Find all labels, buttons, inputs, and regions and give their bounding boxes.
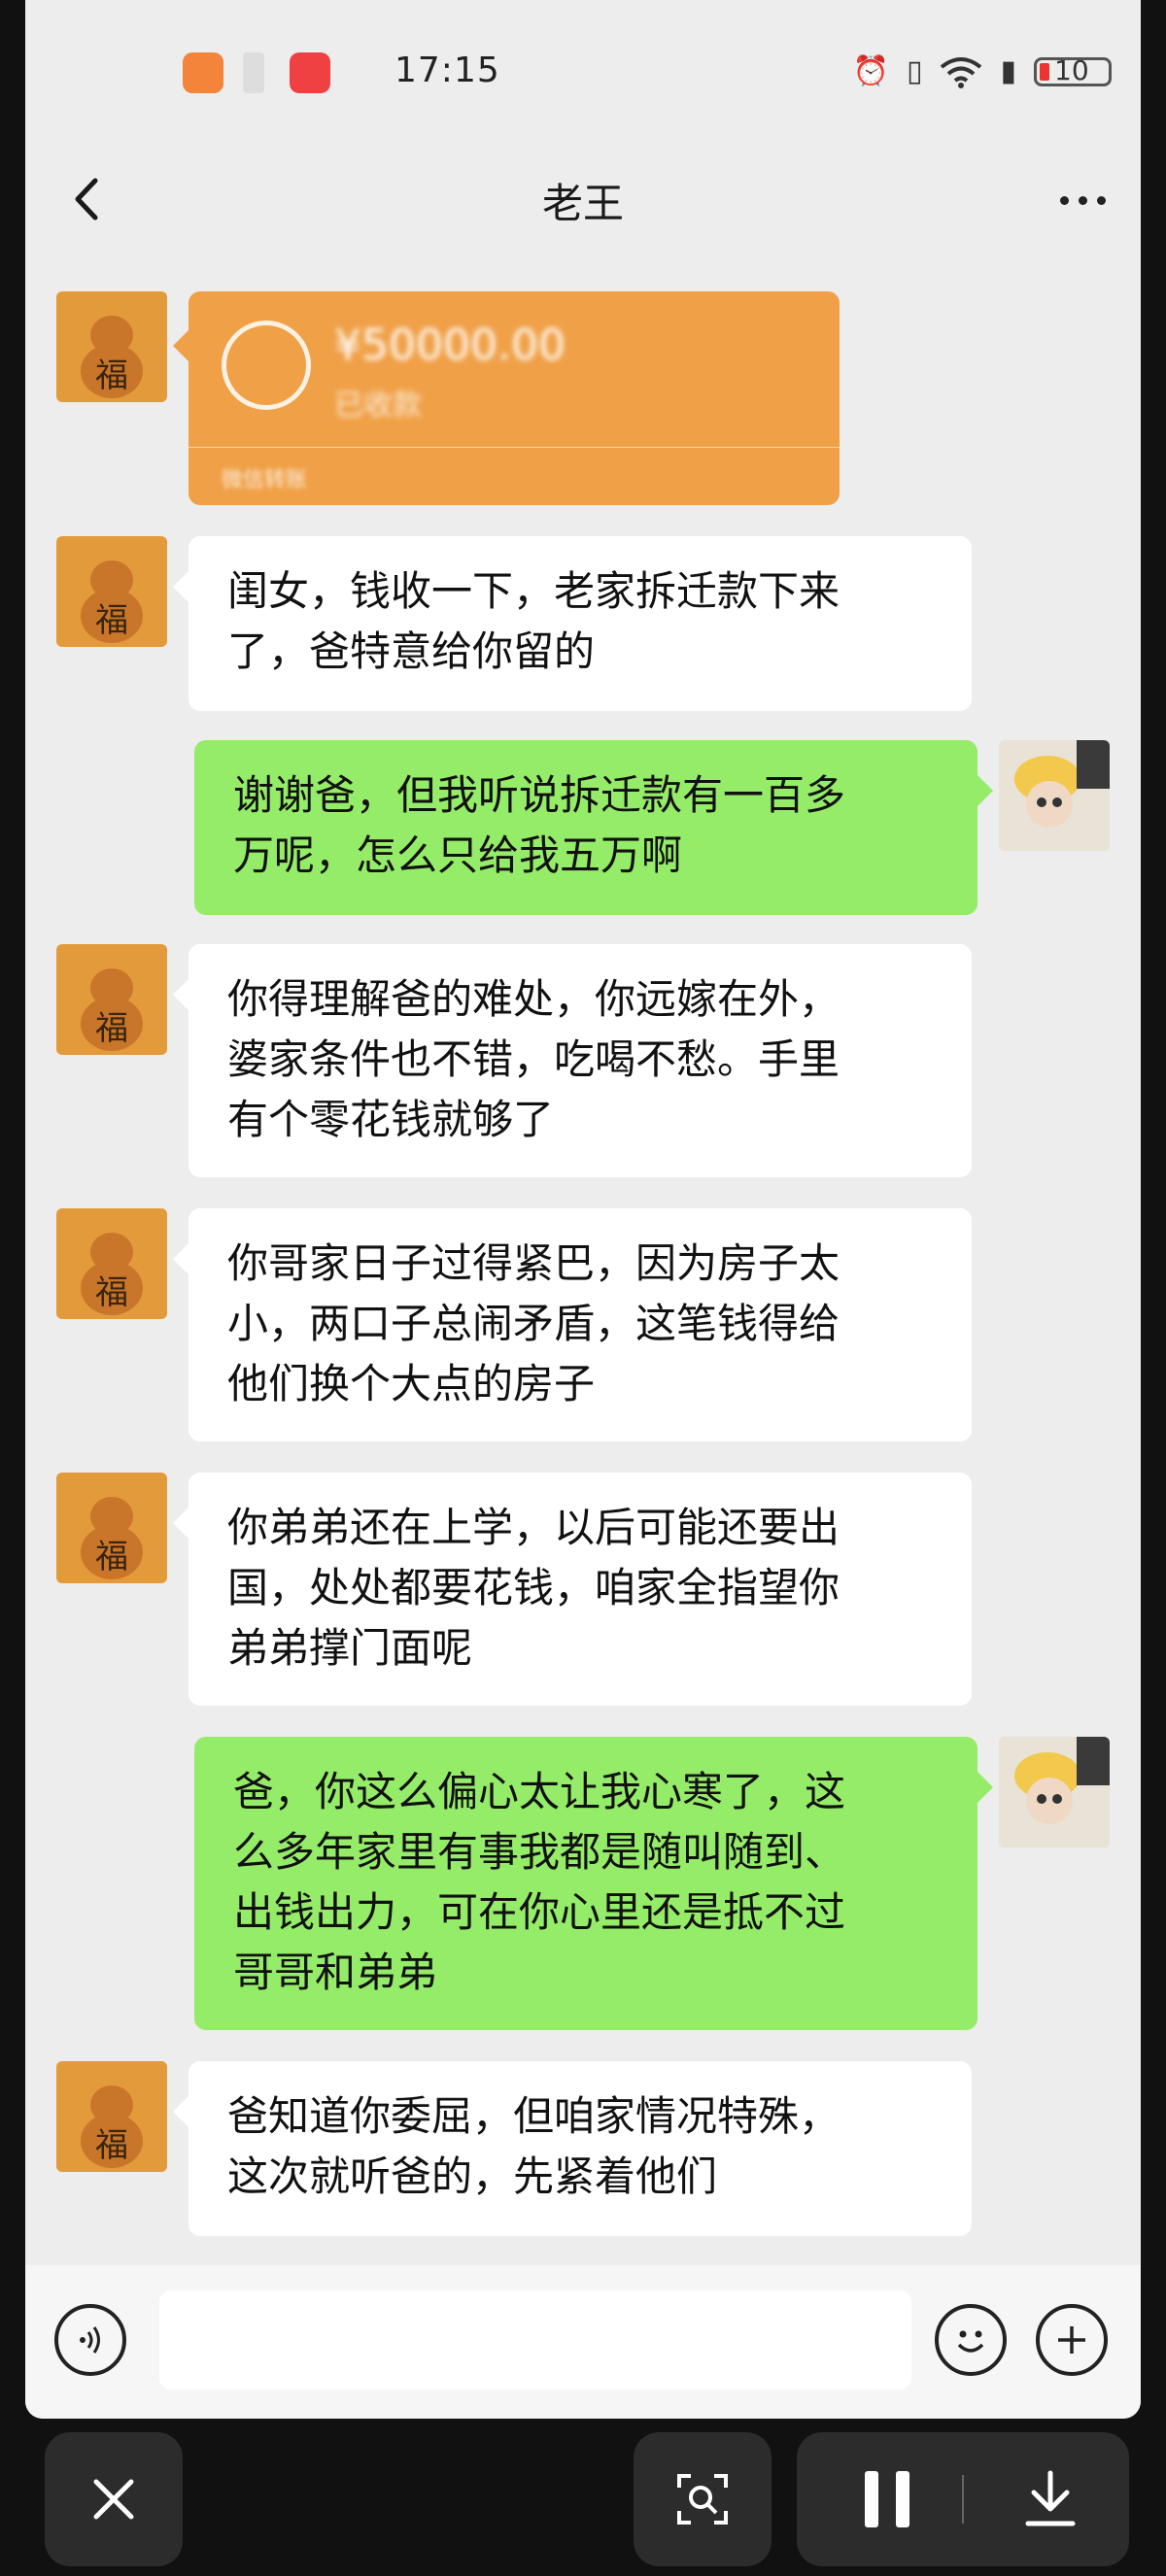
vibrate-icon: ▯ (906, 54, 923, 88)
avatar-me[interactable] (999, 740, 1110, 851)
message-bubble-incoming[interactable]: 你弟弟还在上学，以后可能还要出 国，处处都要花钱，咱家全指望你 弟弟撑门面呢 (173, 1473, 972, 1706)
chat-header: 老王 (25, 146, 1141, 253)
scan-search-icon[interactable] (634, 2432, 772, 2566)
battery-icon: 10 (1034, 53, 1112, 86)
notification-icon (243, 52, 264, 93)
message-text-line: 了，爸特意给你留的 (227, 627, 596, 675)
avatar-me[interactable] (999, 1737, 1110, 1847)
wifi-icon (941, 56, 982, 88)
message-text-line: 有个零花钱就够了 (227, 1096, 555, 1143)
message-text-line: 万呢，怎么只给我五万啊 (233, 831, 683, 879)
avatar-dad[interactable]: 福 (56, 1473, 167, 1583)
status-bar: 17:15 ⏰ ▯ ▮ 10 (25, 0, 1141, 146)
input-bar (25, 2265, 1141, 2419)
message-bubble-incoming[interactable]: 你哥家日子过得紧巴，因为房子太 小，两口子总闹矛盾，这笔钱得给 他们换个大点的房子 (173, 1208, 972, 1441)
chat-screen: 17:15 ⏰ ▯ ▮ 10 老王 福 ¥50000.00 已收款 微信转账 福… (25, 0, 1141, 2419)
status-icons: ⏰ ▯ ▮ 10 (853, 54, 1112, 88)
message-text-line: 弟弟撑门面呢 (227, 1624, 473, 1672)
transfer-divider (189, 447, 840, 448)
message-bubble-outgoing[interactable]: 谢谢爸，但我听说拆迁款有一百多 万呢，怎么只给我五万啊 (194, 740, 993, 915)
message-input[interactable] (159, 2290, 911, 2390)
screen-recorder-bar (0, 2419, 1166, 2576)
message-bubble-incoming[interactable]: 爸知道你委屈，但咱家情况特殊， 这次就听爸的，先紧着他们 (173, 2061, 972, 2236)
battery-level: 10 (1054, 53, 1089, 86)
message-text-line: 你得理解爸的难处，你远嫁在外， (227, 975, 840, 1023)
avatar-dad[interactable]: 福 (56, 944, 167, 1055)
message-bubble-outgoing[interactable]: 爸，你这么偏心太让我心寒了，这 么多年家里有事我都是随叫随到、 出钱出力，可在你心里… (194, 1737, 993, 2030)
avatar-dad[interactable]: 福 (56, 1208, 167, 1319)
avatar-dad[interactable]: 福 (56, 2061, 167, 2172)
message-text-line: 小，两口子总闹矛盾，这笔钱得给 (227, 1300, 840, 1347)
close-icon[interactable] (45, 2432, 183, 2566)
transfer-amount: ¥50000.00 (334, 321, 566, 370)
message-bubble-incoming[interactable]: 你得理解爸的难处，你远嫁在外， 婆家条件也不错，吃喝不愁。手里 有个零花钱就够了 (173, 944, 972, 1177)
signal-icon: ▮ (1000, 54, 1016, 88)
message-text-line: 出钱出力，可在你心里还是抵不过 (233, 1888, 846, 1936)
transfer-status: 已收款 (334, 389, 422, 423)
message-text-line: 闺女，钱收一下，老家拆迁款下来 (227, 567, 840, 615)
message-text-line: 谢谢爸，但我听说拆迁款有一百多 (233, 771, 846, 819)
pause-icon[interactable] (865, 2471, 913, 2527)
avatar-dad[interactable]: 福 (56, 291, 167, 402)
more-dots-icon[interactable] (1060, 196, 1106, 205)
message-text-line: 哥哥和弟弟 (233, 1949, 438, 1996)
recorder-controls (797, 2432, 1129, 2566)
message-text-line: 国，处处都要花钱，咱家全指望你 (227, 1564, 840, 1611)
plus-icon[interactable] (1036, 2304, 1108, 2376)
svg-text:福: 福 (95, 601, 128, 640)
voice-icon[interactable] (54, 2304, 126, 2376)
message-text-line: 你哥家日子过得紧巴，因为房子太 (227, 1239, 840, 1287)
message-text-line: 么多年家里有事我都是随叫随到、 (233, 1828, 846, 1876)
svg-text:福: 福 (95, 1273, 128, 1312)
transfer-check-icon (222, 321, 311, 410)
message-text-line: 你弟弟还在上学，以后可能还要出 (227, 1504, 840, 1551)
phone-frame: 17:15 ⏰ ▯ ▮ 10 老王 福 ¥50000.00 已收款 微信转账 福… (0, 0, 1166, 2419)
status-time: 17:15 (394, 51, 500, 90)
message-text-line: 婆家条件也不错，吃喝不愁。手里 (227, 1035, 840, 1083)
controls-divider (962, 2475, 964, 2524)
message-text-line: 他们换个大点的房子 (227, 1360, 596, 1407)
alarm-icon: ⏰ (852, 54, 889, 88)
message-text-line: 爸知道你委屈，但咱家情况特殊， (227, 2092, 840, 2140)
svg-text:福: 福 (95, 2126, 128, 2165)
svg-text:福: 福 (95, 1538, 128, 1576)
message-bubble-incoming[interactable]: 闺女，钱收一下，老家拆迁款下来 了，爸特意给你留的 (173, 536, 972, 711)
avatar-dad[interactable]: 福 (56, 536, 167, 647)
red-app-icon (290, 52, 330, 93)
chat-title: 老王 (541, 180, 624, 227)
transfer-card[interactable]: ¥50000.00 已收款 微信转账 (173, 291, 840, 505)
emoji-icon[interactable] (935, 2304, 1007, 2376)
message-text-line: 这次就听爸的，先紧着他们 (227, 2152, 718, 2200)
message-text-line: 爸，你这么偏心太让我心寒了，这 (233, 1768, 846, 1815)
svg-text:福: 福 (95, 1009, 128, 1048)
heart-app-icon (183, 52, 223, 93)
transfer-footer: 微信转账 (222, 468, 308, 492)
svg-text:福: 福 (95, 356, 128, 395)
download-icon[interactable] (1022, 2469, 1079, 2529)
